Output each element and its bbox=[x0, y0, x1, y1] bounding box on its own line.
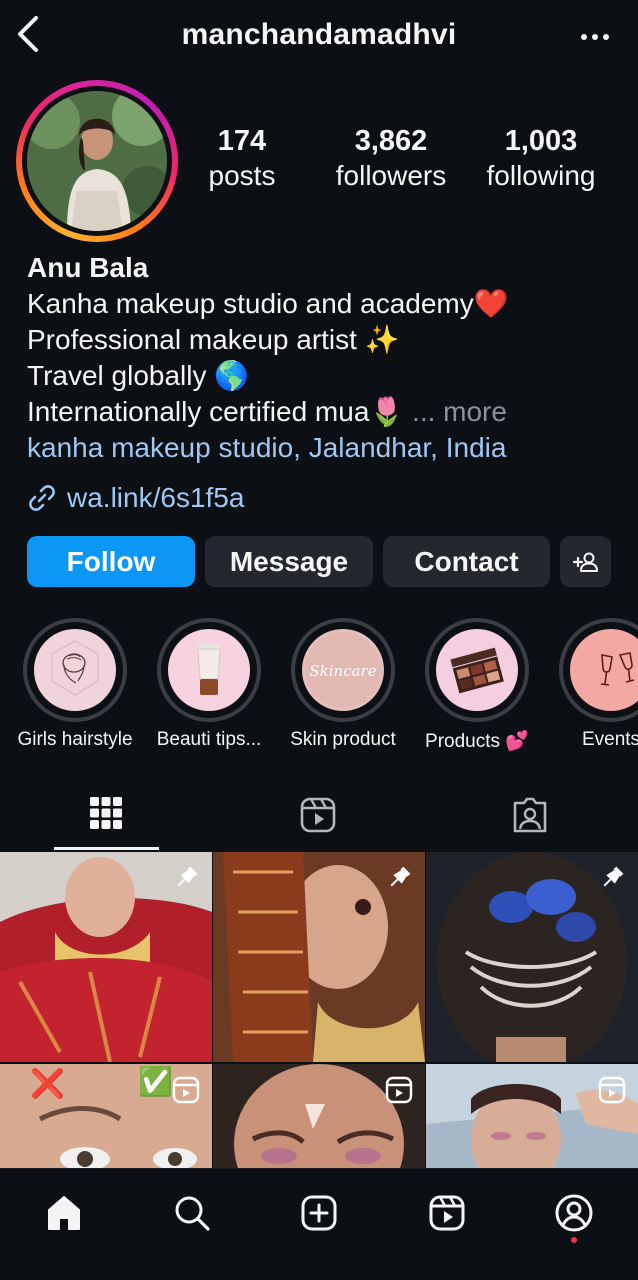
cheers-glasses-icon bbox=[600, 652, 635, 686]
more-link[interactable]: ... more bbox=[412, 396, 507, 427]
cross-mark: ❌ bbox=[30, 1068, 65, 1099]
notification-dot bbox=[571, 1237, 577, 1243]
more-options-button[interactable] bbox=[580, 22, 610, 52]
nav-reels[interactable] bbox=[425, 1191, 469, 1235]
search-icon bbox=[175, 1196, 210, 1231]
pin-icon bbox=[177, 866, 198, 887]
grid-icon bbox=[90, 797, 122, 829]
pin-icon bbox=[603, 866, 624, 887]
highlight-label: Girls hairstyle bbox=[17, 729, 133, 750]
reel-badge bbox=[172, 1076, 200, 1109]
highlight-label: Skin product bbox=[290, 729, 396, 750]
cosmetic-tube-icon bbox=[197, 643, 221, 695]
posts-label: posts bbox=[208, 160, 276, 191]
posts-stat[interactable]: 174 posts bbox=[190, 124, 294, 194]
posts-count: 174 bbox=[217, 125, 267, 157]
reels-icon bbox=[429, 1195, 465, 1231]
nav-profile[interactable] bbox=[552, 1191, 596, 1235]
more-horizontal-icon bbox=[581, 34, 609, 40]
follow-button[interactable]: Follow bbox=[27, 536, 195, 587]
tab-posts-grid[interactable] bbox=[0, 790, 212, 850]
reel-badge bbox=[598, 1076, 626, 1109]
home-icon bbox=[48, 1196, 80, 1230]
nav-home[interactable] bbox=[42, 1191, 86, 1235]
profile-icon bbox=[555, 1194, 593, 1232]
check-mark: ✅ bbox=[138, 1066, 173, 1097]
tab-tagged[interactable] bbox=[424, 790, 636, 850]
followers-count: 3,862 bbox=[354, 125, 428, 157]
hairstyle-sketch-icon bbox=[51, 640, 99, 696]
posts-grid: ❌ ✅ bbox=[0, 852, 638, 1170]
website-link-text: wa.link/6s1f5a bbox=[67, 482, 245, 513]
profile-tabs bbox=[0, 790, 638, 850]
svg-text:Skincare: Skincare bbox=[309, 662, 376, 680]
profile-username: manchandamadhvi bbox=[181, 18, 457, 51]
profile-header: manchandamadhvi bbox=[0, 0, 638, 74]
display-name: Anu Bala bbox=[27, 252, 149, 283]
link-icon bbox=[29, 485, 55, 511]
bio-line: Internationally certified mua🌷 bbox=[27, 396, 405, 427]
website-link[interactable]: wa.link/6s1f5a bbox=[27, 480, 244, 516]
grid-post[interactable] bbox=[426, 852, 638, 1062]
grid-post[interactable] bbox=[0, 852, 212, 1062]
bio-line: Travel globally 🌎 bbox=[27, 360, 250, 391]
pin-icon bbox=[390, 866, 411, 887]
pinned-badge bbox=[598, 864, 626, 897]
bio-line-with-more: Internationally certified mua🌷 ... more bbox=[27, 394, 627, 430]
suggested-users-button[interactable] bbox=[560, 536, 611, 587]
location-link[interactable]: kanha makeup studio, Jalandhar, India bbox=[27, 430, 627, 466]
followers-label: followers bbox=[335, 160, 447, 191]
nav-create[interactable] bbox=[297, 1191, 341, 1235]
highlight-label: Beauti tips... bbox=[156, 729, 262, 750]
story-highlights: Girls hairstyle Beauti tips... Skincare … bbox=[0, 618, 638, 758]
following-label: following bbox=[486, 160, 596, 191]
create-icon bbox=[301, 1195, 337, 1231]
avatar-photo bbox=[27, 91, 167, 231]
highlight-label: Events bbox=[581, 729, 638, 750]
reels-icon bbox=[172, 1076, 200, 1104]
bio-line: Kanha makeup studio and academy❤️ bbox=[27, 288, 509, 319]
message-button[interactable]: Message bbox=[205, 536, 373, 587]
tab-reels[interactable] bbox=[212, 790, 424, 850]
profile-bio: Anu Bala Kanha makeup studio and academy… bbox=[27, 250, 627, 466]
reels-icon bbox=[385, 1076, 413, 1104]
active-tab-indicator bbox=[54, 847, 159, 850]
contact-button[interactable]: Contact bbox=[383, 536, 550, 587]
profile-stats: 174 posts 3,862 followers 1,003 followin… bbox=[190, 124, 630, 194]
add-user-icon bbox=[572, 552, 598, 572]
reels-icon bbox=[300, 797, 336, 833]
grid-reel[interactable] bbox=[213, 1064, 425, 1170]
following-stat[interactable]: 1,003 following bbox=[466, 124, 616, 194]
grid-reel[interactable]: ❌ ✅ bbox=[0, 1064, 212, 1170]
reels-icon bbox=[598, 1076, 626, 1104]
eyeshadow-palette-icon bbox=[450, 647, 504, 694]
grid-post[interactable] bbox=[213, 852, 425, 1062]
followers-stat[interactable]: 3,862 followers bbox=[316, 124, 466, 194]
bio-line: Professional makeup artist ✨ bbox=[27, 324, 400, 355]
avatar[interactable] bbox=[27, 91, 167, 231]
highlight-label: Products 💕 bbox=[425, 731, 529, 752]
following-count: 1,003 bbox=[504, 125, 578, 157]
story-ring[interactable] bbox=[16, 80, 178, 242]
tagged-icon bbox=[513, 797, 547, 833]
grid-reel[interactable] bbox=[426, 1064, 638, 1170]
skincare-text-icon: Skincare bbox=[305, 632, 381, 708]
reel-badge bbox=[385, 1076, 413, 1109]
bottom-navigation bbox=[0, 1168, 638, 1280]
nav-search[interactable] bbox=[170, 1191, 214, 1235]
pinned-badge bbox=[172, 864, 200, 897]
pinned-badge bbox=[385, 864, 413, 897]
